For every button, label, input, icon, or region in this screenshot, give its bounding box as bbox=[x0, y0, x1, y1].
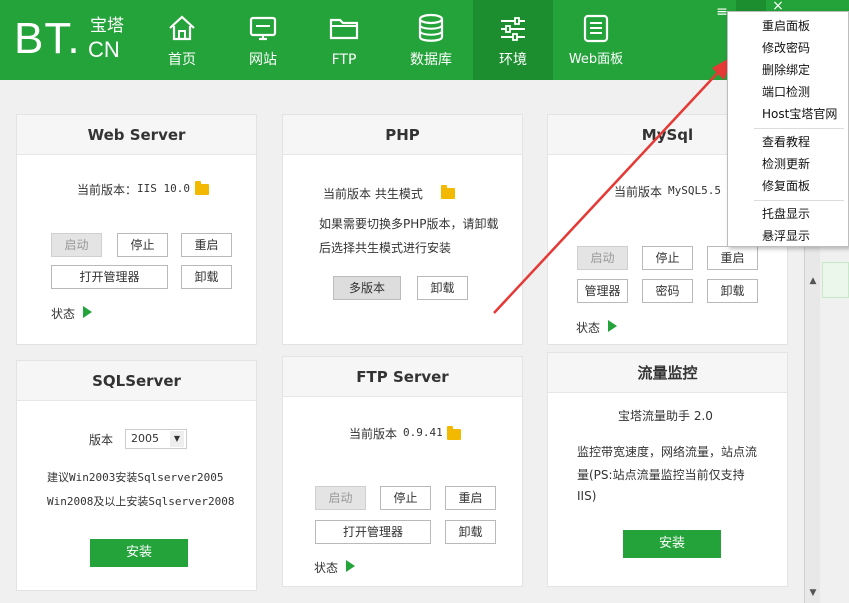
ftp-server-version-label: 当前版本 bbox=[349, 427, 398, 441]
sqlserver-title: SQLServer bbox=[17, 361, 256, 401]
ftp-server-card: FTP Server 当前版本 0.9.41 启动 停止 重启 打开管理器 卸载… bbox=[282, 356, 523, 587]
php-multi-version-button[interactable]: 多版本 bbox=[333, 276, 401, 300]
home-icon bbox=[169, 15, 195, 41]
nav-home[interactable]: 首页 bbox=[151, 0, 213, 80]
web-server-uninstall-button[interactable]: 卸载 bbox=[181, 265, 232, 289]
monitor-icon bbox=[249, 16, 277, 41]
menu-separator bbox=[754, 128, 844, 129]
mysql-start-button[interactable]: 启动 bbox=[577, 246, 628, 270]
ftp-server-start-button[interactable]: 启动 bbox=[315, 486, 366, 510]
chevron-down-icon[interactable]: ▼ bbox=[170, 431, 184, 447]
mysql-version: MySQL5.5 bbox=[668, 184, 721, 197]
web-server-title: Web Server bbox=[17, 115, 256, 155]
mysql-version-label: 当前版本 bbox=[614, 185, 663, 199]
web-server-stop-button[interactable]: 停止 bbox=[117, 233, 168, 257]
web-server-restart-button[interactable]: 重启 bbox=[181, 233, 232, 257]
traffic-monitor-title: 流量监控 bbox=[548, 353, 787, 393]
ftp-server-folder-icon[interactable] bbox=[447, 426, 461, 440]
nav-web-panel-label: Web面板 bbox=[568, 52, 624, 67]
menu-item-float-display[interactable]: 悬浮显示 bbox=[762, 228, 810, 244]
sqlserver-version-value: 2005 bbox=[131, 432, 159, 445]
nav-environment-label: 环境 bbox=[499, 52, 527, 68]
ftp-server-open-manager-button[interactable]: 打开管理器 bbox=[315, 520, 431, 544]
traffic-desc-line3: IIS) bbox=[577, 489, 597, 503]
menu-item-tray-display[interactable]: 托盘显示 bbox=[762, 206, 810, 222]
nav-website-label: 网站 bbox=[249, 52, 277, 68]
ftp-server-status-label: 状态 bbox=[314, 561, 339, 575]
nav-web-panel[interactable]: Web面板 bbox=[560, 0, 632, 80]
ftp-server-restart-button[interactable]: 重启 bbox=[445, 486, 496, 510]
nav-ftp-label: FTP bbox=[331, 52, 357, 68]
vertical-scrollbar[interactable]: ▲ ▼ bbox=[804, 247, 820, 603]
menu-item-restart-panel[interactable]: 重启面板 bbox=[762, 18, 810, 34]
logo-zh-text: 宝塔 bbox=[90, 16, 124, 36]
logo-cn-text: CN bbox=[88, 37, 120, 62]
php-uninstall-button[interactable]: 卸载 bbox=[417, 276, 468, 300]
ftp-server-status-play-icon bbox=[346, 560, 355, 572]
nav-ftp[interactable]: FTP bbox=[313, 0, 375, 80]
php-note-line2: 后选择共生模式进行安装 bbox=[319, 241, 452, 255]
sqlserver-version-select[interactable]: 2005 ▼ bbox=[125, 429, 187, 449]
menu-item-host-official-site[interactable]: Host宝塔官网 bbox=[762, 106, 837, 122]
web-server-version: IIS 10.0 bbox=[137, 182, 190, 195]
web-server-card: Web Server 当前版本： IIS 10.0 启动 停止 重启 打开管理器… bbox=[16, 114, 257, 345]
logo-bt-text: BT. bbox=[14, 14, 81, 63]
web-server-start-button[interactable]: 启动 bbox=[51, 233, 102, 257]
window-min-area[interactable] bbox=[736, 0, 766, 11]
database-icon bbox=[418, 13, 444, 42]
side-status-panel bbox=[822, 262, 849, 298]
mysql-status-play-icon bbox=[608, 320, 617, 332]
mysql-password-button[interactable]: 密码 bbox=[642, 279, 693, 303]
traffic-monitor-card: 流量监控 宝塔流量助手 2.0 监控带宽速度，网络流量，站点流 量(PS:站点流… bbox=[547, 352, 788, 587]
nav-website[interactable]: 网站 bbox=[232, 0, 294, 80]
web-server-open-manager-button[interactable]: 打开管理器 bbox=[51, 265, 168, 289]
traffic-desc-line2: 量(PS:站点流量监控当前仅支持 bbox=[577, 468, 745, 482]
traffic-monitor-subtitle: 宝塔流量助手 2.0 bbox=[618, 409, 713, 423]
sqlserver-version-label: 版本 bbox=[89, 433, 114, 447]
menu-item-delete-binding[interactable]: 删除绑定 bbox=[762, 62, 810, 78]
scroll-down-arrow-icon[interactable]: ▼ bbox=[805, 585, 821, 601]
nav-database-label: 数据库 bbox=[410, 52, 452, 68]
ftp-server-uninstall-button[interactable]: 卸载 bbox=[445, 520, 496, 544]
web-server-status-label: 状态 bbox=[51, 307, 76, 321]
nav-environment[interactable]: 环境 bbox=[473, 0, 553, 80]
menu-item-change-password[interactable]: 修改密码 bbox=[762, 40, 810, 56]
mysql-manager-button[interactable]: 管理器 bbox=[577, 279, 628, 303]
traffic-install-button[interactable]: 安装 bbox=[623, 530, 721, 558]
list-icon bbox=[583, 14, 609, 43]
mysql-stop-button[interactable]: 停止 bbox=[642, 246, 693, 270]
folder-icon bbox=[329, 18, 359, 40]
web-server-version-label: 当前版本： bbox=[77, 183, 138, 197]
nav-database[interactable]: 数据库 bbox=[396, 0, 466, 80]
menu-item-check-update[interactable]: 检测更新 bbox=[762, 156, 810, 172]
web-server-status-play-icon bbox=[83, 306, 92, 318]
sqlserver-note-line2: Win2008及以上安装Sqlserver2008 bbox=[47, 495, 235, 508]
php-folder-icon[interactable] bbox=[441, 185, 455, 199]
php-card: PHP 当前版本 共生模式 如果需要切换多PHP版本，请卸载 后选择共生模式进行… bbox=[282, 114, 523, 345]
bt-logo: BT. 宝塔 CN bbox=[14, 14, 144, 64]
php-title: PHP bbox=[283, 115, 522, 155]
menu-separator bbox=[754, 200, 844, 201]
sqlserver-card: SQLServer 版本 2005 ▼ 建议Win2003安装Sqlserver… bbox=[16, 360, 257, 591]
mysql-restart-button[interactable]: 重启 bbox=[707, 246, 758, 270]
panel-dropdown-menu: 重启面板 修改密码 删除绑定 端口检测 Host宝塔官网 查看教程 检测更新 修… bbox=[727, 11, 849, 247]
sqlserver-note-line1: 建议Win2003安装Sqlserver2005 bbox=[47, 471, 224, 484]
ftp-server-title: FTP Server bbox=[283, 357, 522, 397]
top-nav-bar: BT. 宝塔 CN 首页 网站 FTP 数据库 环境 Web面板 ≡ × bbox=[0, 0, 849, 80]
web-server-folder-icon[interactable] bbox=[195, 181, 209, 195]
menu-item-view-tutorial[interactable]: 查看教程 bbox=[762, 134, 810, 150]
sliders-icon bbox=[501, 17, 525, 41]
menu-item-repair-panel[interactable]: 修复面板 bbox=[762, 178, 810, 194]
php-note-line1: 如果需要切换多PHP版本，请卸载 bbox=[319, 217, 499, 231]
scroll-up-arrow-icon[interactable]: ▲ bbox=[805, 273, 821, 289]
mysql-status-label: 状态 bbox=[576, 321, 601, 335]
menu-item-port-check[interactable]: 端口检测 bbox=[762, 84, 810, 100]
ftp-server-stop-button[interactable]: 停止 bbox=[380, 486, 431, 510]
ftp-server-version: 0.9.41 bbox=[403, 426, 443, 439]
traffic-desc-line1: 监控带宽速度，网络流量，站点流 bbox=[577, 445, 758, 459]
sqlserver-install-button[interactable]: 安装 bbox=[90, 539, 188, 567]
php-version-label: 当前版本 共生模式 bbox=[323, 187, 423, 201]
nav-home-label: 首页 bbox=[168, 52, 196, 68]
mysql-uninstall-button[interactable]: 卸载 bbox=[707, 279, 758, 303]
